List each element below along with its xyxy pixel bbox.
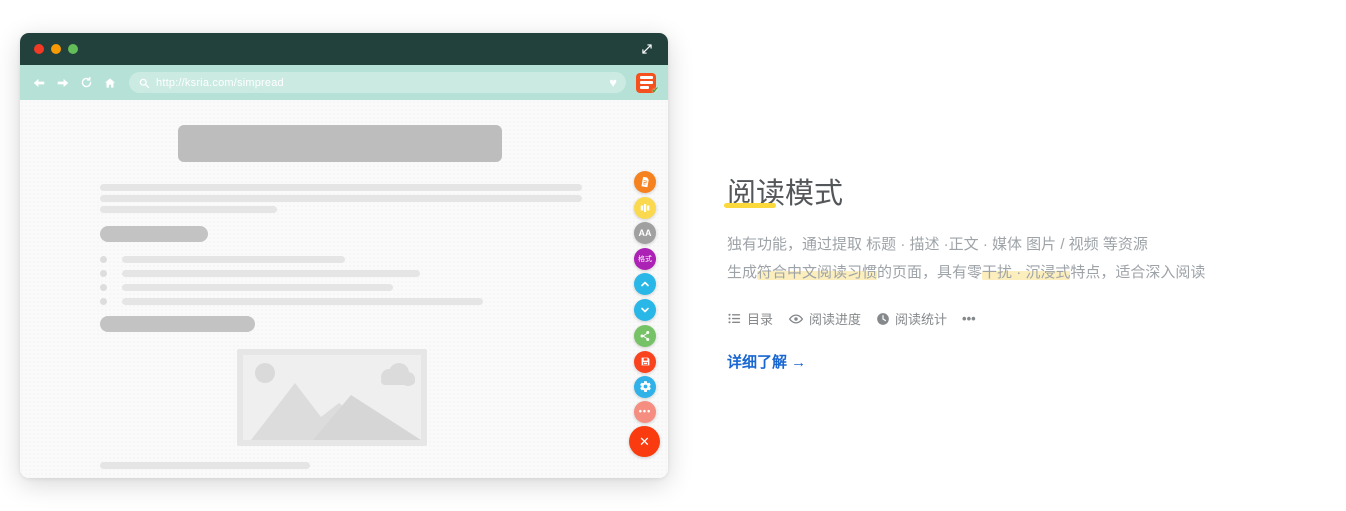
layout-button[interactable] [634, 196, 656, 219]
subfeature-label: 阅读统计 [895, 312, 948, 327]
list-icon [727, 311, 742, 326]
close-window-dot[interactable] [34, 44, 44, 54]
close-button[interactable]: ✕ [629, 425, 660, 457]
eye-icon [788, 311, 804, 327]
placeholder-bullet [100, 298, 107, 305]
simpread-logo-icon[interactable]: ✔ [636, 72, 659, 95]
placeholder-line [100, 206, 277, 213]
expand-icon[interactable] [640, 42, 654, 56]
placeholder-title [178, 125, 502, 162]
plain-text: 生成 [727, 264, 758, 281]
refresh-icon[interactable] [80, 76, 93, 89]
placeholder-image-art [251, 363, 421, 440]
title-underline [724, 203, 776, 208]
more-button[interactable]: ••• [634, 400, 656, 423]
format-label: 格式 [638, 255, 652, 263]
placeholder-line [122, 270, 420, 277]
feature-description: 独有功能，通过提取 标题 · 描述 ·正文 · 媒体 图片 / 视频 等资源 生… [727, 231, 1302, 287]
minimize-window-dot[interactable] [51, 44, 61, 54]
browser-toolbar: http://ksria.com/simpread ♥ ✔ [20, 65, 668, 100]
placeholder-bullet [100, 256, 107, 263]
subfeature-目录: 目录 [727, 309, 773, 328]
placeholder-line [122, 298, 483, 305]
plain-text: 的页面，具有零 [877, 264, 983, 281]
page: http://ksria.com/simpread ♥ ✔ AA 格式 ••• … [0, 0, 1346, 511]
reading-button[interactable] [634, 171, 656, 193]
subfeature-row: 目录 阅读进度 阅读统计 ••• [727, 309, 976, 328]
font-size-label: AA [638, 227, 652, 238]
browser-content-area [20, 100, 668, 478]
gear-icon [639, 380, 652, 393]
subfeature-label: 阅读进度 [809, 312, 862, 327]
subfeature-•••: ••• [962, 311, 976, 326]
placeholder-subtitle [100, 316, 255, 332]
placeholder-subtitle [100, 226, 208, 242]
clock-icon [876, 312, 890, 326]
settings-button[interactable] [634, 375, 656, 398]
forward-icon[interactable] [56, 76, 70, 90]
share-icon [639, 330, 651, 342]
browser-mockup-window: http://ksria.com/simpread ♥ ✔ [20, 33, 668, 478]
url-text: http://ksria.com/simpread [156, 76, 284, 89]
placeholder-image [237, 349, 427, 446]
placeholder-line [122, 284, 393, 291]
highlighted-text: 符合中文阅读习惯 [757, 264, 878, 281]
page-icon [639, 176, 651, 188]
placeholder-line [122, 256, 345, 263]
address-bar[interactable]: http://ksria.com/simpread ♥ [129, 72, 626, 93]
placeholder-bullet [100, 270, 107, 277]
placeholder-bullet [100, 284, 107, 291]
subfeature-label: 目录 [747, 312, 774, 327]
placeholder-line [100, 195, 582, 202]
traffic-lights [34, 44, 78, 54]
chevron-down-icon [639, 304, 651, 316]
scroll-down-button[interactable] [634, 299, 656, 321]
subfeature-label: ••• [962, 311, 976, 326]
save-icon [640, 356, 651, 367]
logo-check-icon: ✔ [651, 84, 659, 95]
description-line2: 生成符合中文阅读习惯的页面，具有零干扰 · 沉浸式特点，适合深入阅读 [727, 259, 1302, 287]
columns-icon [639, 202, 651, 214]
back-icon[interactable] [32, 76, 46, 90]
description-line1: 独有功能，通过提取 标题 · 描述 ·正文 · 媒体 图片 / 视频 等资源 [727, 236, 1148, 253]
subfeature-阅读进度: 阅读进度 [788, 309, 861, 328]
highlighted-text: 干扰 · 沉浸式 [982, 264, 1071, 281]
share-button[interactable] [634, 324, 656, 347]
plain-text: 特点，适合深入阅读 [1070, 264, 1206, 281]
close-label: ✕ [639, 433, 650, 449]
chevron-up-icon [639, 278, 651, 290]
subfeature-阅读统计: 阅读统计 [876, 309, 947, 328]
bookmark-heart-icon[interactable]: ♥ [609, 76, 617, 89]
zoom-window-dot[interactable] [68, 44, 78, 54]
home-icon[interactable] [103, 76, 117, 90]
search-icon [138, 77, 150, 89]
placeholder-line [100, 462, 310, 469]
more-label: ••• [638, 406, 652, 417]
save-button[interactable] [634, 350, 656, 373]
learn-more-link[interactable]: 详细了解 → [727, 351, 806, 372]
placeholder-line [100, 184, 582, 191]
browser-titlebar [20, 33, 668, 65]
